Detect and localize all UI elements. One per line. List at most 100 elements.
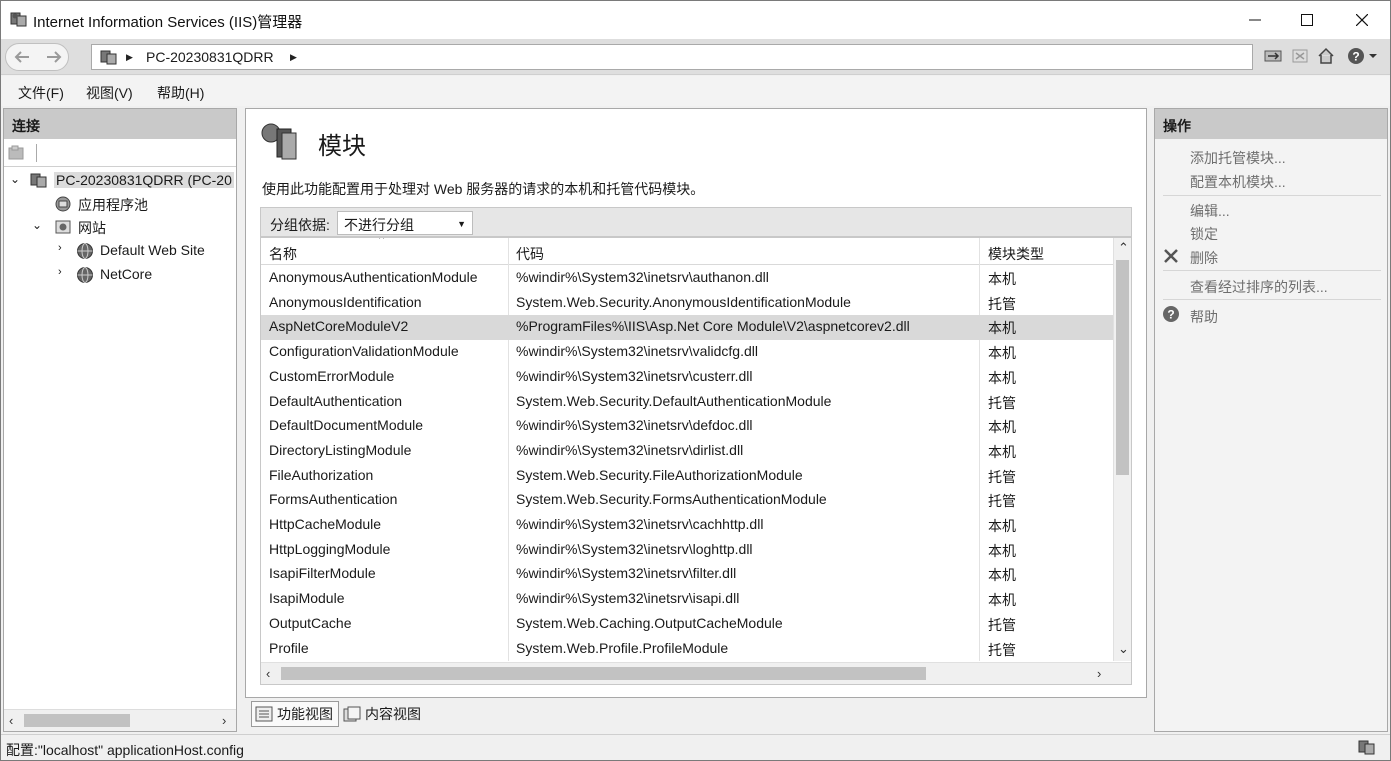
action-lock[interactable]: 锁定 <box>1190 224 1218 244</box>
action-delete[interactable]: 删除 <box>1190 248 1218 268</box>
maximize-button[interactable] <box>1285 7 1329 33</box>
breadcrumb-separator-icon[interactable]: ▶ <box>126 52 133 63</box>
group-by-select[interactable]: 不进行分组 ▼ <box>337 211 473 235</box>
scroll-right-icon[interactable]: › <box>1097 666 1101 681</box>
tree-node-netcore[interactable]: › NetCore <box>8 264 236 286</box>
cell-name: DefaultDocumentModule <box>269 417 424 434</box>
table-row[interactable]: DefaultAuthentication System.Web.Security… <box>261 390 1113 415</box>
modules-table: 名称 ^ 代码 模块类型 AnonymousAuthenticationModu… <box>260 237 1132 685</box>
tree-node-server[interactable]: ⌄ PC-20230831QDRR (PC-20 <box>8 170 236 192</box>
forward-arrow-icon[interactable] <box>45 49 63 65</box>
actions-header: 操作 <box>1155 109 1387 139</box>
table-row[interactable]: DirectoryListingModule %windir%\System32\… <box>261 439 1113 464</box>
modules-panel: 模块 使用此功能配置用于处理对 Web 服务器的请求的本机和托管代码模块。 分组… <box>245 108 1147 698</box>
column-header-code[interactable]: 代码 <box>516 244 544 264</box>
help-dropdown-button[interactable]: ? <box>1344 45 1380 67</box>
table-row[interactable]: IsapiModule %windir%\System32\inetsrv\isa… <box>261 587 1113 612</box>
table-vertical-scrollbar[interactable]: ⌃ ⌄ <box>1113 238 1131 661</box>
breadcrumb-separator-icon[interactable]: ▶ <box>290 52 297 63</box>
server-icon <box>30 173 47 188</box>
cell-type: 本机 <box>988 271 1016 287</box>
tree-node-sites[interactable]: ⌄ 网站 <box>8 216 236 238</box>
action-add-managed-module[interactable]: 添加托管模块... <box>1190 148 1286 168</box>
minimize-button[interactable] <box>1233 7 1277 33</box>
scrollbar-thumb[interactable] <box>1116 260 1129 475</box>
scroll-right-icon[interactable]: › <box>222 713 226 728</box>
action-edit[interactable]: 编辑... <box>1190 201 1230 221</box>
table-row[interactable]: ConfigurationValidationModule %windir%\Sy… <box>261 340 1113 365</box>
stop-button[interactable] <box>1288 45 1312 67</box>
scroll-left-icon[interactable]: ‹ <box>9 713 13 728</box>
scrollbar-thumb[interactable] <box>24 714 130 727</box>
column-header-name[interactable]: 名称 <box>269 244 297 264</box>
group-by-bar: 分组依据: 不进行分组 ▼ <box>260 207 1132 237</box>
home-button[interactable] <box>1314 45 1338 67</box>
action-configure-native-modules[interactable]: 配置本机模块... <box>1190 172 1286 192</box>
connections-horizontal-scrollbar[interactable]: ‹ › <box>4 709 236 731</box>
cell-code: %windir%\System32\inetsrv\authanon.dll <box>516 269 769 285</box>
address-box[interactable]: ▶ PC-20230831QDRR ▶ <box>91 44 1253 70</box>
dropdown-arrow-icon: ▼ <box>457 219 466 229</box>
column-header-type[interactable]: 模块类型 <box>988 244 1044 264</box>
breadcrumb-item[interactable]: PC-20230831QDRR <box>146 49 274 65</box>
menu-help[interactable]: 帮助(H) <box>157 83 204 103</box>
menu-view[interactable]: 视图(V) <box>86 83 133 103</box>
home-icon <box>1318 47 1334 64</box>
create-connection-icon[interactable] <box>8 145 26 161</box>
sites-icon <box>55 220 71 234</box>
cell-code: System.Web.Profile.ProfileModule <box>516 639 729 656</box>
menu-bar: 文件(F) 视图(V) 帮助(H) <box>1 76 1390 106</box>
chevron-right-icon[interactable]: › <box>58 242 62 254</box>
menu-file[interactable]: 文件(F) <box>18 83 64 103</box>
scroll-down-icon[interactable]: ⌄ <box>1118 641 1129 657</box>
cell-name: HttpLoggingModule <box>269 540 391 557</box>
tree-label-sites[interactable]: 网站 <box>78 218 106 238</box>
cell-type: 本机 <box>988 443 1016 460</box>
tree-label-netcore[interactable]: NetCore <box>100 266 152 282</box>
iis-manager-icon <box>10 12 27 27</box>
tab-content-view[interactable]: 内容视图 <box>343 701 433 727</box>
tab-features-view-label: 功能视图 <box>277 706 333 722</box>
cell-code: %windir%\System32\inetsrv\dirlist.dll <box>516 441 744 458</box>
scroll-left-icon[interactable]: ‹ <box>266 666 270 681</box>
table-row[interactable]: DefaultDocumentModule %windir%\System32\i… <box>261 414 1113 439</box>
scrollbar-thumb[interactable] <box>281 667 926 680</box>
table-row[interactable]: CustomErrorModule %windir%\System32\inets… <box>261 365 1113 390</box>
status-text: 配置:"localhost" applicationHost.config <box>6 742 244 758</box>
cell-type: 本机 <box>988 592 1016 609</box>
chevron-down-icon[interactable]: ⌄ <box>10 172 20 186</box>
actions-panel: 操作 添加托管模块... 配置本机模块... 编辑... 锁定 删除 查看经过排… <box>1154 108 1388 732</box>
close-button[interactable] <box>1340 7 1384 33</box>
cell-code: %ProgramFiles%\IIS\Asp.Net Core Module\V… <box>516 318 910 335</box>
table-row[interactable]: IsapiFilterModule %windir%\System32\inets… <box>261 562 1113 587</box>
tree-node-default-web-site[interactable]: › Default Web Site <box>8 240 236 262</box>
cell-type: 托管 <box>988 295 1016 312</box>
table-row[interactable]: OutputCache System.Web.Caching.OutputCach… <box>261 612 1113 637</box>
table-horizontal-scrollbar[interactable]: ‹ › <box>261 662 1131 684</box>
table-row[interactable]: AnonymousAuthenticationModule %windir%\Sy… <box>261 266 1113 291</box>
delete-icon <box>1164 249 1178 263</box>
globe-icon <box>77 243 93 259</box>
chevron-down-icon[interactable]: ⌄ <box>32 218 42 232</box>
table-row[interactable]: AspNetCoreModuleV2 %ProgramFiles%\IIS\Asp… <box>261 315 1113 341</box>
cell-name: DefaultAuthentication <box>269 392 403 409</box>
tree-label-default-web-site[interactable]: Default Web Site <box>100 242 205 258</box>
tree-node-app-pools[interactable]: 应用程序池 <box>8 193 236 215</box>
back-arrow-icon[interactable] <box>13 49 31 65</box>
action-view-ordered-list[interactable]: 查看经过排序的列表... <box>1190 277 1328 297</box>
tree-label-app-pools[interactable]: 应用程序池 <box>78 195 148 215</box>
table-row[interactable]: AnonymousIdentification System.Web.Securi… <box>261 291 1113 316</box>
connect-button[interactable] <box>1261 45 1285 67</box>
action-help[interactable]: 帮助 <box>1190 307 1218 327</box>
tree-label-server[interactable]: PC-20230831QDRR (PC-20 <box>54 172 234 188</box>
table-row[interactable]: HttpLoggingModule %windir%\System32\inets… <box>261 538 1113 563</box>
table-row[interactable]: HttpCacheModule %windir%\System32\inetsrv… <box>261 513 1113 538</box>
modules-icon <box>261 123 297 160</box>
scroll-up-icon[interactable]: ⌃ <box>1118 240 1129 256</box>
table-row[interactable]: Profile System.Web.Profile.ProfileModule 托… <box>261 637 1113 662</box>
table-row[interactable]: FileAuthorization System.Web.Security.Fil… <box>261 464 1113 489</box>
table-row[interactable]: FormsAuthentication System.Web.Security.F… <box>261 488 1113 513</box>
tab-features-view[interactable]: 功能视图 <box>251 701 339 727</box>
chevron-right-icon[interactable]: › <box>58 266 62 278</box>
cell-code: %windir%\System32\inetsrv\custerr.dll <box>516 367 753 384</box>
